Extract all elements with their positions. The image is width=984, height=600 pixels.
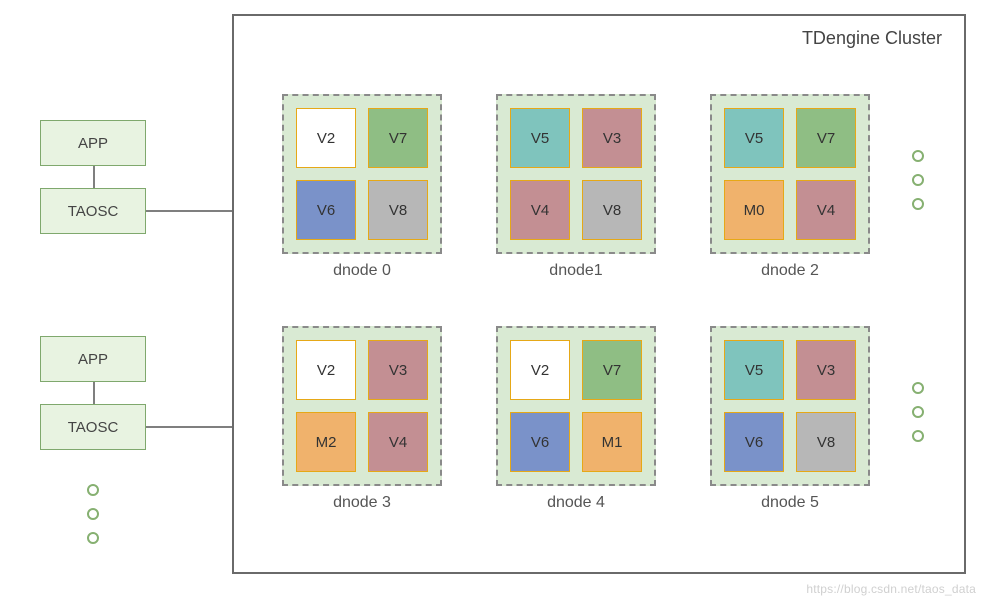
vnode-cell: V6 [724, 412, 784, 472]
vnode-cell: V3 [368, 340, 428, 400]
dnode-1: V5 V3 V4 V8 dnode1 [496, 94, 656, 280]
app-box-1: APP [40, 120, 146, 166]
vnode-cell: V5 [510, 108, 570, 168]
vnode-cell: V8 [796, 412, 856, 472]
dnode-label: dnode 4 [496, 494, 656, 512]
dot-icon [912, 406, 924, 418]
dot-icon [912, 198, 924, 210]
dot-icon [87, 508, 99, 520]
dot-icon [912, 150, 924, 162]
dnode-label: dnode 0 [282, 262, 442, 280]
ellipsis-dots-left [87, 484, 99, 544]
vnode-cell: V2 [296, 340, 356, 400]
taosc-label: TAOSC [68, 203, 119, 220]
dnode-grid: V5 V3 V4 V8 [496, 94, 656, 254]
dnode-grid: V2 V7 V6 V8 [282, 94, 442, 254]
dot-icon [912, 382, 924, 394]
dot-icon [912, 430, 924, 442]
dot-icon [87, 532, 99, 544]
vnode-cell: V3 [796, 340, 856, 400]
connector-line [146, 210, 232, 212]
dnode-5: V5 V3 V6 V8 dnode 5 [710, 326, 870, 512]
connector-line [146, 426, 232, 428]
cluster-title: TDengine Cluster [802, 28, 942, 49]
vnode-cell: V6 [296, 180, 356, 240]
vnode-cell: V4 [510, 180, 570, 240]
mnode-cell: M2 [296, 412, 356, 472]
vnode-cell: V7 [368, 108, 428, 168]
app-label: APP [78, 351, 108, 368]
mnode-cell: M1 [582, 412, 642, 472]
vnode-cell: V6 [510, 412, 570, 472]
dnode-grid: V5 V3 V6 V8 [710, 326, 870, 486]
connector-line [93, 166, 95, 188]
dnode-grid: V2 V3 M2 V4 [282, 326, 442, 486]
cluster-box: TDengine Cluster V2 V7 V6 V8 dnode 0 V5 … [232, 14, 966, 574]
dnode-label: dnode 2 [710, 262, 870, 280]
ellipsis-dots-row2 [912, 382, 924, 442]
dot-icon [912, 174, 924, 186]
vnode-cell: V7 [582, 340, 642, 400]
vnode-cell: V2 [510, 340, 570, 400]
dnode-2: V5 V7 M0 V4 dnode 2 [710, 94, 870, 280]
taosc-box-1: TAOSC [40, 188, 146, 234]
dnode-label: dnode 3 [282, 494, 442, 512]
vnode-cell: V4 [368, 412, 428, 472]
app-label: APP [78, 135, 108, 152]
vnode-cell: V4 [796, 180, 856, 240]
dnode-label: dnode1 [496, 262, 656, 280]
dnode-0: V2 V7 V6 V8 dnode 0 [282, 94, 442, 280]
vnode-cell: V2 [296, 108, 356, 168]
taosc-label: TAOSC [68, 419, 119, 436]
taosc-box-2: TAOSC [40, 404, 146, 450]
dnode-grid: V5 V7 M0 V4 [710, 94, 870, 254]
vnode-cell: V5 [724, 108, 784, 168]
ellipsis-dots-row1 [912, 150, 924, 210]
app-box-2: APP [40, 336, 146, 382]
dnode-grid: V2 V7 V6 M1 [496, 326, 656, 486]
watermark-text: https://blog.csdn.net/taos_data [806, 582, 976, 596]
vnode-cell: V5 [724, 340, 784, 400]
mnode-cell: M0 [724, 180, 784, 240]
dnode-label: dnode 5 [710, 494, 870, 512]
dnode-3: V2 V3 M2 V4 dnode 3 [282, 326, 442, 512]
dot-icon [87, 484, 99, 496]
vnode-cell: V8 [368, 180, 428, 240]
vnode-cell: V3 [582, 108, 642, 168]
connector-line [93, 382, 95, 404]
vnode-cell: V7 [796, 108, 856, 168]
vnode-cell: V8 [582, 180, 642, 240]
dnode-4: V2 V7 V6 M1 dnode 4 [496, 326, 656, 512]
